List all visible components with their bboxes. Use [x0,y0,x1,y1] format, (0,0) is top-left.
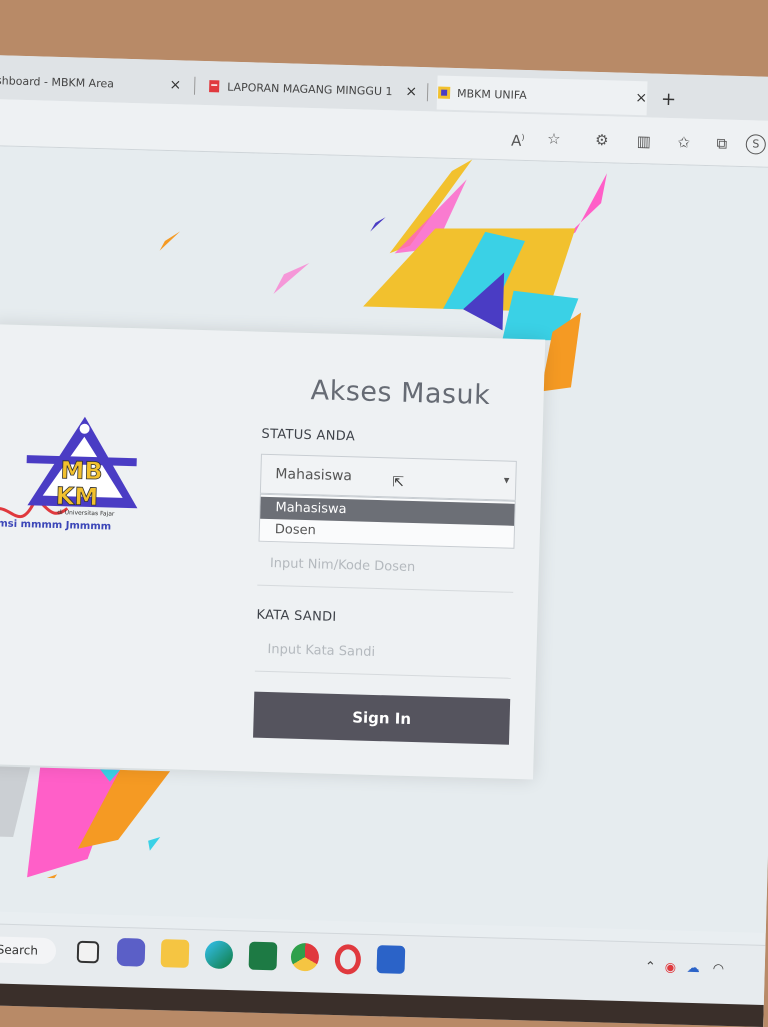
extensions-icon[interactable]: ⚙ [592,130,613,151]
mbkm-favicon-icon [437,86,451,99]
status-select[interactable]: Mahasiswa ▾ [259,453,517,501]
document-icon [209,80,220,93]
tab-divider [193,76,196,95]
tab-divider [426,83,429,102]
tab-mbkm-unifa[interactable]: MBKM UNIFA × [436,75,648,116]
collections-icon[interactable]: ⧉ [712,133,733,154]
login-card: MB KM di Universitas Fajar mmsi mmmm Jmm… [0,324,546,780]
tray-cloud-icon[interactable]: ☁ [687,961,700,976]
logo-tagline: mmsi mmmm Jmmmm [0,518,111,532]
wifi-icon[interactable]: ◠ [713,962,725,977]
new-tab-button[interactable]: + [661,82,677,116]
sign-in-button[interactable]: Sign In [253,691,511,745]
mbkm-logo-graphic: MB KM di Universitas Fajar mmsi mmmm Jmm… [0,416,138,533]
status-label: STATUS ANDA [261,426,356,445]
tray-chevron-up-icon[interactable]: ⌃ [645,960,656,975]
tab-close-icon[interactable]: × [635,90,647,106]
password-input-placeholder: Input Kata Sandi [267,641,376,660]
password-label: KATA SANDI [256,607,337,625]
password-input[interactable]: Input Kata Sandi [254,629,512,679]
tab-title: MBKM UNIFA [456,86,527,102]
login-title: Akses Masuk [310,375,491,412]
tab-dashboard[interactable]: ashboard - MBKM Area × [0,63,182,102]
taskbar-search-label: Search [0,942,39,958]
monitor-screen: ashboard - MBKM Area × LAPORAN MAGANG MI… [0,55,768,1027]
nim-input[interactable]: Input Nim/Kode Dosen [257,543,515,593]
status-select-value: Mahasiswa [275,466,353,485]
favorite-star-icon[interactable]: ☆ [544,129,565,150]
favorites-icon[interactable]: ✩ [674,132,695,153]
chrome-icon[interactable] [290,942,320,972]
tab-close-icon[interactable]: × [405,84,417,100]
logo-text-bottom: KM [55,482,98,511]
tab-title: ashboard - MBKM Area [0,73,115,90]
status-dropdown-list: Mahasiswa Dosen [258,493,516,549]
excel-icon[interactable] [248,941,278,971]
tab-title: LAPORAN MAGANG MINGGU 1 [227,80,393,98]
file-explorer-icon[interactable] [160,939,190,968]
opera-icon[interactable] [334,943,362,975]
read-aloud-icon[interactable]: A) [508,127,529,150]
tab-laporan-magang[interactable]: LAPORAN MAGANG MINGGU 1 × [207,69,418,109]
page-content: MB KM di Universitas Fajar mmsi mmmm Jmm… [0,145,768,934]
tray-app-icon[interactable]: ◉ [665,960,677,975]
mbkm-logo: MB KM di Universitas Fajar mmsi mmmm Jmm… [0,394,180,549]
logo-text-top: MB [60,456,103,485]
profile-icon[interactable]: S [745,134,767,155]
logo-subtitle: di Universitas Fajar [57,509,115,518]
meet-icon[interactable] [116,937,146,967]
nim-input-placeholder: Input Nim/Kode Dosen [269,556,416,576]
chevron-down-icon: ▾ [503,473,510,487]
word-icon[interactable] [376,945,406,974]
taskbar-search[interactable]: ⌕ Search [0,936,57,965]
split-screen-icon[interactable]: ▥ [634,131,655,152]
mouse-cursor-icon: ⇱ [391,474,405,491]
tab-close-icon[interactable]: × [169,77,181,93]
edge-icon[interactable] [204,940,234,970]
task-view-icon[interactable] [76,940,100,964]
